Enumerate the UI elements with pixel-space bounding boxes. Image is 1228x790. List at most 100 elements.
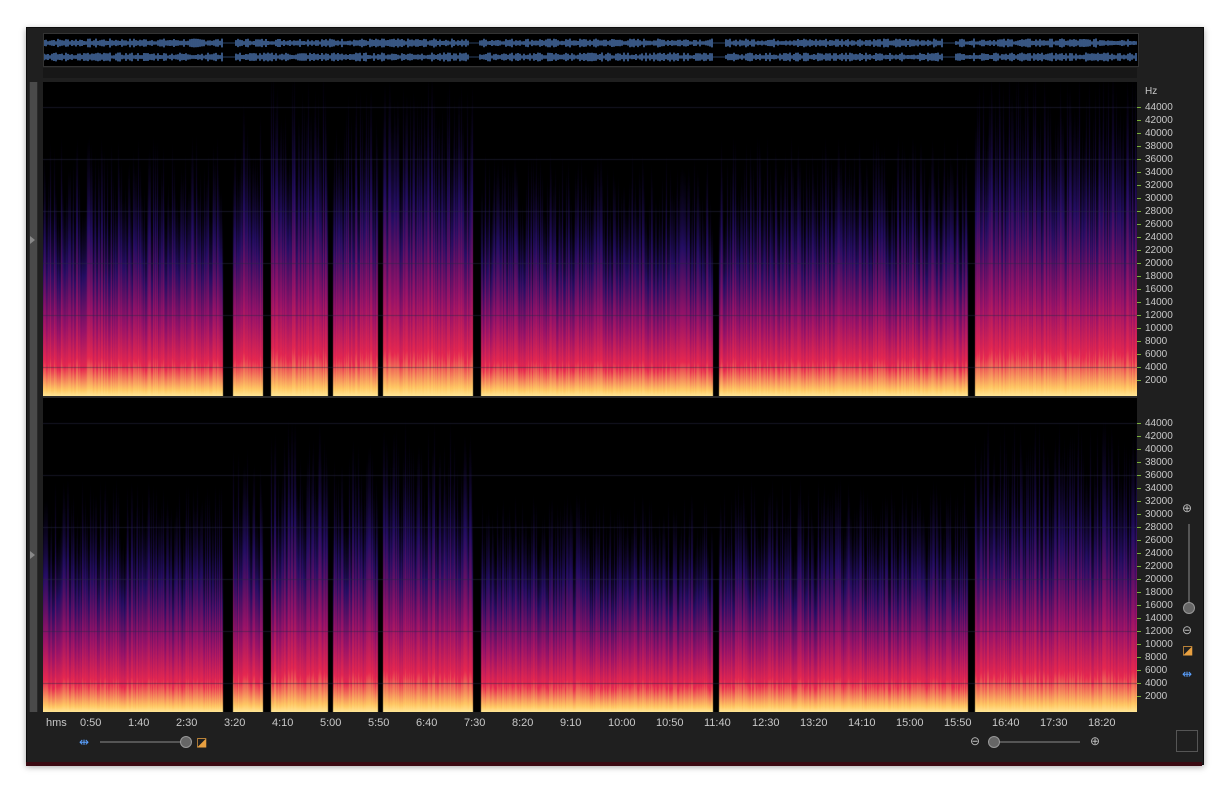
channel-1-frequency-label: 30000 (1145, 193, 1173, 204)
channel-1-frequency-label: 8000 (1145, 336, 1168, 347)
channel-2-frequency-tick (1137, 527, 1141, 528)
time-label: 5:00 (320, 717, 342, 729)
channel-2-frequency-tick (1137, 566, 1141, 567)
channel-1-spectrogram[interactable] (43, 82, 1137, 396)
channel-1-frequency-tick (1137, 146, 1141, 147)
playhead-icon[interactable]: ⇹ (79, 736, 89, 748)
channel-2-frequency-label: 32000 (1145, 496, 1173, 507)
channel-2-frequency-label: 12000 (1145, 626, 1173, 637)
channel-1-frequency-tick (1137, 185, 1141, 186)
channel-2-frequency-label: 42000 (1145, 431, 1173, 442)
zoom-out-icon[interactable]: ⊖ (970, 735, 980, 747)
time-label: 1:40 (128, 717, 150, 729)
horizontal-zoom-track[interactable] (988, 741, 1080, 743)
time-label: 15:00 (896, 717, 924, 729)
channel-1-frequency-tick (1137, 172, 1141, 173)
vertical-scrollbar-thumb[interactable] (30, 82, 37, 712)
channel-1-frequency-tick (1137, 380, 1141, 381)
channel-2-spectrogram[interactable] (43, 398, 1137, 712)
channel-1-frequency-label: 32000 (1145, 180, 1173, 191)
time-label: 13:20 (800, 717, 828, 729)
channel-2-frequency-label: 14000 (1145, 613, 1173, 624)
time-label: 10:00 (608, 717, 636, 729)
time-label: 11:40 (704, 717, 731, 729)
channel-2-frequency-label: 30000 (1145, 509, 1173, 520)
vertical-zoom-thumb[interactable] (1183, 602, 1195, 614)
channel-1-frequency-tick (1137, 211, 1141, 212)
color-ramp-icon[interactable]: ◪ (196, 736, 207, 748)
vertical-zoom-control: ⊕ ⊖ ◪ ⇹ (1180, 500, 1198, 690)
time-label: 0:50 (80, 717, 102, 729)
channel-2-frequency-tick (1137, 423, 1141, 424)
channel-2-frequency-tick (1137, 553, 1141, 554)
vertical-zoom-out-icon[interactable]: ⊖ (1182, 624, 1192, 636)
zoom-in-icon[interactable]: ⊕ (1090, 735, 1100, 747)
vertical-zoom-track[interactable] (1188, 524, 1190, 614)
time-unit-label: hms (46, 717, 67, 729)
time-label: 16:40 (992, 717, 1020, 729)
channel-1-frequency-tick (1137, 328, 1141, 329)
channel-1-frequency-label: 4000 (1145, 362, 1168, 373)
channel-2-frequency-label: 26000 (1145, 535, 1173, 546)
horizontal-scroll-thumb[interactable] (180, 736, 192, 748)
channel-1-frequency-tick (1137, 107, 1141, 108)
channel-2-frequency-label: 8000 (1145, 652, 1168, 663)
resize-grip[interactable] (1176, 730, 1198, 752)
channel-1-frequency-label: 22000 (1145, 245, 1173, 256)
channel-1-frequency-label: 38000 (1145, 141, 1173, 152)
channel-2-frequency-tick (1137, 592, 1141, 593)
channel-1-frequency-label: 40000 (1145, 128, 1173, 139)
window-bottom-edge (26, 762, 1202, 766)
time-label: 7:30 (464, 717, 486, 729)
channel-2-frequency-tick (1137, 670, 1141, 671)
frequency-axis-channel-1: Hz 44000 42000 40000 38000 36000 34000 32000 30… (1137, 82, 1179, 396)
time-axis: hms 0:50 1:40 2:30 3:20 4:10 5:00 5:50 6:40 7:30… (43, 714, 1137, 732)
frequency-scale-icon[interactable]: ⇹ (1182, 668, 1192, 680)
channel-2-frequency-tick (1137, 696, 1141, 697)
channel-1-frequency-label: 26000 (1145, 219, 1173, 230)
channel-2-frequency-tick (1137, 514, 1141, 515)
channel-2-frequency-label: 4000 (1145, 678, 1168, 689)
vertical-zoom-in-icon[interactable]: ⊕ (1182, 502, 1192, 514)
time-label: 3:20 (224, 717, 246, 729)
channel-1-frequency-label: 2000 (1145, 375, 1168, 386)
channel-1-frequency-tick (1137, 198, 1141, 199)
time-label: 17:30 (1040, 717, 1068, 729)
overview-lane-1 (43, 38, 1137, 48)
channel-1-frequency-tick (1137, 120, 1141, 121)
overview-waveform[interactable] (43, 33, 1139, 67)
channel-1-frequency-tick (1137, 302, 1141, 303)
time-label: 15:50 (944, 717, 972, 729)
channel-1-frequency-label: 36000 (1145, 154, 1173, 165)
channel-2-frequency-tick (1137, 657, 1141, 658)
channel-1-frequency-label: 34000 (1145, 167, 1173, 178)
channel-1-frequency-tick (1137, 263, 1141, 264)
horizontal-scroll-track[interactable] (100, 741, 190, 743)
channel-2-frequency-tick (1137, 579, 1141, 580)
channel-1-frequency-tick (1137, 159, 1141, 160)
time-label: 10:50 (656, 717, 684, 729)
channel-2-frequency-label: 10000 (1145, 639, 1173, 650)
channel-2-frequency-label: 2000 (1145, 691, 1168, 702)
channel-2-frequency-label: 36000 (1145, 470, 1173, 481)
channel-2-frequency-tick (1137, 631, 1141, 632)
spectral-color-icon[interactable]: ◪ (1182, 644, 1193, 656)
channel-1-frequency-tick (1137, 133, 1141, 134)
channel-1-frequency-label: 20000 (1145, 258, 1173, 269)
channel-1-frequency-label: 18000 (1145, 271, 1173, 282)
overview-ruler (43, 68, 1137, 78)
spectral-frequency-display[interactable] (43, 82, 1137, 712)
horizontal-zoom-thumb[interactable] (988, 736, 1000, 748)
channel-2-marker-icon (30, 551, 35, 559)
channel-2-frequency-tick (1137, 449, 1141, 450)
channel-2-frequency-tick (1137, 644, 1141, 645)
channel-2-frequency-label: 18000 (1145, 587, 1173, 598)
channel-2-frequency-label: 20000 (1145, 574, 1173, 585)
channel-2-frequency-tick (1137, 501, 1141, 502)
overview-waveform-graphic (43, 38, 1137, 62)
vertical-scrollbar[interactable] (29, 82, 38, 712)
time-label: 2:30 (176, 717, 198, 729)
time-label: 9:10 (560, 717, 582, 729)
channel-2-frequency-tick (1137, 462, 1141, 463)
channel-1-frequency-tick (1137, 250, 1141, 251)
